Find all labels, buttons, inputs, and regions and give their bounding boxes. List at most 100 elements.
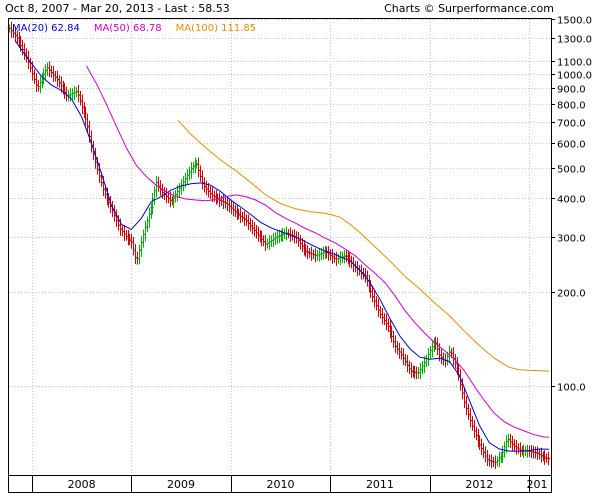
price-bar <box>124 229 129 241</box>
price-bar <box>246 214 251 230</box>
price-bar <box>185 168 190 186</box>
price-bar <box>118 218 123 236</box>
price-bar <box>470 416 475 431</box>
price-chart: 1500.0 1300.0 1100.0 1000.0 900.0 800.0 700.0 6… <box>7 16 592 493</box>
y-tick-label: 100.0 <box>557 383 586 394</box>
price-bar <box>401 348 406 366</box>
price-bar <box>428 346 433 360</box>
grid-layer <box>9 19 551 475</box>
price-bar <box>464 395 469 416</box>
y-axis: 1500.0 1300.0 1100.0 1000.0 900.0 800.0 700.0 6… <box>551 16 592 394</box>
price-bar <box>365 270 370 287</box>
price-bar <box>397 342 402 359</box>
price-bar <box>479 438 484 456</box>
price-bar <box>468 408 473 428</box>
price-bar <box>485 449 490 467</box>
price-bar <box>514 439 519 455</box>
series-ma20-line <box>14 40 550 452</box>
price-bar <box>403 354 408 367</box>
price-bar <box>34 72 39 92</box>
price-bar <box>405 355 410 373</box>
y-tick-label: 700.0 <box>557 119 586 130</box>
x-tick-label: 2010 <box>266 478 294 491</box>
price-bar <box>418 362 423 380</box>
price-bar <box>238 208 243 224</box>
legend-entry: MA(50) 68.78 <box>94 23 162 34</box>
price-bar <box>231 201 236 217</box>
chart-root: Oct 8, 2007 - Mar 20, 2013 - Last : 58.5… <box>0 0 600 500</box>
price-bar <box>120 224 125 237</box>
price-bar <box>512 439 517 452</box>
price-bar <box>57 75 62 88</box>
price-bar <box>233 204 238 217</box>
price-bar <box>321 246 326 260</box>
price-bar <box>271 232 276 247</box>
price-bar <box>424 354 429 368</box>
chart-legend: MA(20) 62.84 MA(50) 68.78 MA(100) 111.85 <box>12 23 256 34</box>
x-tick-label: 2011 <box>366 478 394 491</box>
price-bar <box>472 419 477 438</box>
price-bar <box>296 231 301 248</box>
y-tick-label: 500.0 <box>557 165 586 176</box>
price-bar <box>129 233 134 249</box>
price-bar <box>51 66 56 82</box>
y-tick-label: 900.0 <box>557 85 586 96</box>
price-bar <box>483 446 488 463</box>
price-bar <box>338 251 343 266</box>
price-bar <box>227 198 232 213</box>
y-tick-label: 200.0 <box>557 289 586 300</box>
price-bar <box>240 212 245 222</box>
price-bar <box>451 347 456 366</box>
y-tick-label: 1300.0 <box>557 35 592 46</box>
price-bar <box>460 378 465 400</box>
price-bar <box>378 305 383 319</box>
price-bar <box>298 234 303 250</box>
price-bar <box>181 176 186 192</box>
price-bar <box>510 435 515 451</box>
price-bar <box>395 341 400 355</box>
moving-average-layer <box>14 40 550 452</box>
price-bar <box>374 296 379 311</box>
x-tick-label: 2009 <box>167 478 195 491</box>
price-bar <box>87 120 92 143</box>
price-bar <box>244 214 249 226</box>
price-bar <box>187 166 192 181</box>
price-bar <box>122 225 127 241</box>
price-bar <box>32 69 37 84</box>
price-bar <box>131 236 136 256</box>
price-bar <box>248 217 253 232</box>
price-bar <box>141 229 146 248</box>
price-bar <box>137 244 142 265</box>
price-bar <box>152 185 157 205</box>
price-bar <box>474 426 479 441</box>
x-tick-label: 2008 <box>68 478 96 491</box>
price-bar <box>317 247 322 262</box>
price-bar <box>516 443 521 454</box>
price-bar <box>164 188 169 204</box>
price-bar <box>393 335 398 353</box>
price-bar <box>328 249 333 261</box>
plot-frame <box>8 18 552 476</box>
price-bar <box>139 236 144 258</box>
price-bar <box>78 90 83 106</box>
price-bar <box>399 347 404 360</box>
price-bar <box>439 348 444 365</box>
price-bar <box>145 216 150 233</box>
price-bar <box>229 200 234 215</box>
price-bar <box>116 215 121 231</box>
price-bar <box>426 348 431 366</box>
price-bar <box>250 219 255 235</box>
price-bar <box>147 207 152 228</box>
price-bar <box>177 183 182 198</box>
price-bar <box>252 222 257 237</box>
price-bar <box>330 248 335 264</box>
price-bar <box>546 451 551 466</box>
y-tick-label: 1100.0 <box>557 58 592 69</box>
price-bar <box>275 230 280 244</box>
x-tick-label: 2012 <box>465 478 493 491</box>
y-tick-label: 300.0 <box>557 234 586 245</box>
price-bar <box>508 433 513 448</box>
price-bar <box>208 185 213 200</box>
price-bar <box>256 226 261 242</box>
price-bar <box>202 177 207 193</box>
